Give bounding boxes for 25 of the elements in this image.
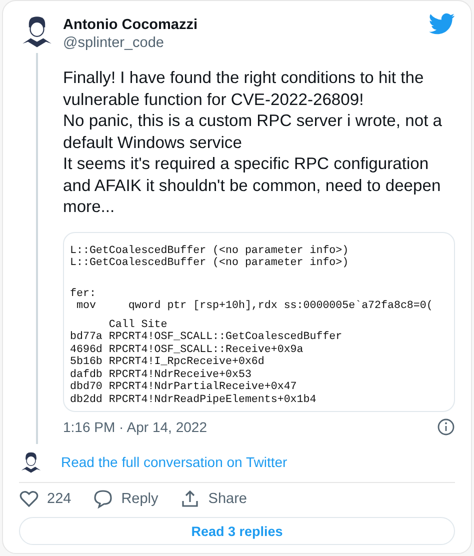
code-line: L::GetCoalescedBuffer (<no parameter info>) bbox=[70, 257, 350, 270]
author-name[interactable]: Antonio Cocomazzi bbox=[63, 17, 198, 33]
code-line: Call Site bbox=[108, 318, 168, 331]
like-action[interactable]: 224 bbox=[19, 489, 72, 509]
share-action[interactable]: Share bbox=[180, 489, 247, 509]
code-line: mov qword ptr [rsp+10h],rdx ss:0000005e`a72fa8c8=0( bbox=[75, 300, 434, 312]
code-line: bd77a RPCRT4!OSF_SCALL::GetCoalescedBuffer bbox=[70, 331, 344, 344]
author-handle[interactable]: @splinter_code bbox=[63, 35, 198, 51]
code-line: dafdb RPCRT4!NdrReceive+0x53 bbox=[70, 368, 252, 381]
code-line: 4696d RPCRT4!OSF_SCALL::Receive+0x9a bbox=[70, 344, 304, 356]
bird-icon[interactable] bbox=[429, 13, 455, 35]
share-icon bbox=[180, 489, 200, 509]
code-line: L::GetCoalescedBuffer (<no parameter info>) bbox=[70, 244, 350, 257]
code-line: db2dd RPCRT4!NdrReadPipeElements+0x1b4 bbox=[70, 394, 318, 406]
code-line: 5b16b RPCRT4!I_RpcReceive+0x6d bbox=[70, 356, 266, 368]
timestamp[interactable]: 1:16 PM · Apr 14, 2022 bbox=[63, 419, 207, 435]
reply-action[interactable]: Reply bbox=[93, 489, 158, 509]
heart-icon bbox=[19, 489, 39, 509]
speech-bubble-icon bbox=[93, 489, 114, 509]
debugger-screenshot[interactable] bbox=[63, 232, 455, 412]
info-icon[interactable] bbox=[437, 418, 455, 436]
code-line: dbd70 RPCRT4!NdrPartialReceive+0x47 bbox=[70, 381, 298, 394]
avatar-icon bbox=[19, 450, 43, 474]
code-line: fer: bbox=[70, 288, 97, 300]
tweet-text: Finally! I have found the right conditions to hit the vulnerable function for CVE-2022-26809! No panic, this is a custom RPC server i wrote, not a default Windows service It seems it's required a specific RPC configuration and AFAIK it shouldn't be common, need to deepen more... bbox=[63, 67, 444, 218]
